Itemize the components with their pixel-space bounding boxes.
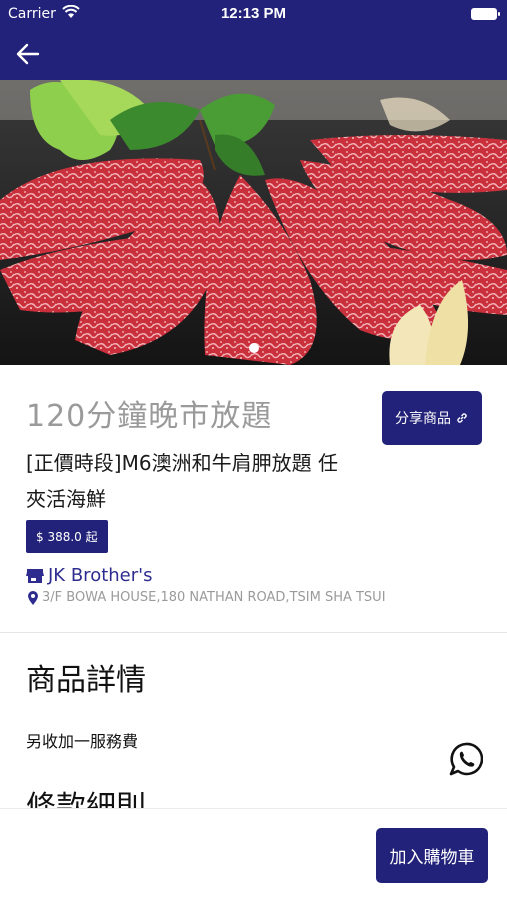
product-description: [正價時段]M6澳洲和牛肩胛放題 任夾活海鮮	[26, 451, 338, 511]
bottom-action-bar: 加入購物車	[0, 808, 507, 900]
terms-section-title: 條款細則	[26, 790, 146, 810]
service-charge-note: 另收加一服務費	[26, 732, 139, 751]
whatsapp-icon	[449, 742, 484, 776]
product-title: 120分鐘晚市放題	[26, 399, 273, 434]
address-text: 3/F BOWA HOUSE,180 NATHAN ROAD,TSIM SHA …	[42, 590, 386, 605]
product-info: 120分鐘晚市放題 分享商品 [正價時段]M6澳洲和牛肩胛放題 任夾活海鮮 $ …	[0, 365, 507, 633]
section-divider	[0, 632, 507, 633]
nav-bar	[0, 28, 507, 80]
arrow-left-icon	[16, 43, 40, 65]
status-bar: Carrier 12:13 PM	[0, 0, 507, 28]
share-button-label: 分享商品	[395, 411, 451, 427]
product-photo	[0, 80, 507, 365]
product-image-carousel[interactable]	[0, 80, 507, 365]
shop-link[interactable]: JK Brother's	[26, 565, 152, 586]
status-time: 12:13 PM	[220, 5, 287, 22]
shop-address: 3/F BOWA HOUSE,180 NATHAN ROAD,TSIM SHA …	[28, 590, 386, 605]
details-section-title: 商品詳情	[26, 663, 146, 698]
shop-name: JK Brother's	[48, 565, 153, 586]
share-product-button[interactable]: 分享商品	[382, 391, 482, 445]
carousel-dot[interactable]	[248, 343, 259, 353]
location-pin-icon	[28, 590, 38, 605]
whatsapp-button[interactable]	[449, 742, 484, 776]
battery-icon	[471, 8, 500, 20]
store-icon	[26, 568, 44, 583]
add-to-cart-button[interactable]: 加入購物車	[376, 828, 488, 883]
link-icon	[457, 413, 467, 423]
carousel-dots	[0, 343, 507, 353]
back-button[interactable]	[16, 38, 56, 70]
price-badge: $ 388.0 起	[26, 520, 108, 553]
